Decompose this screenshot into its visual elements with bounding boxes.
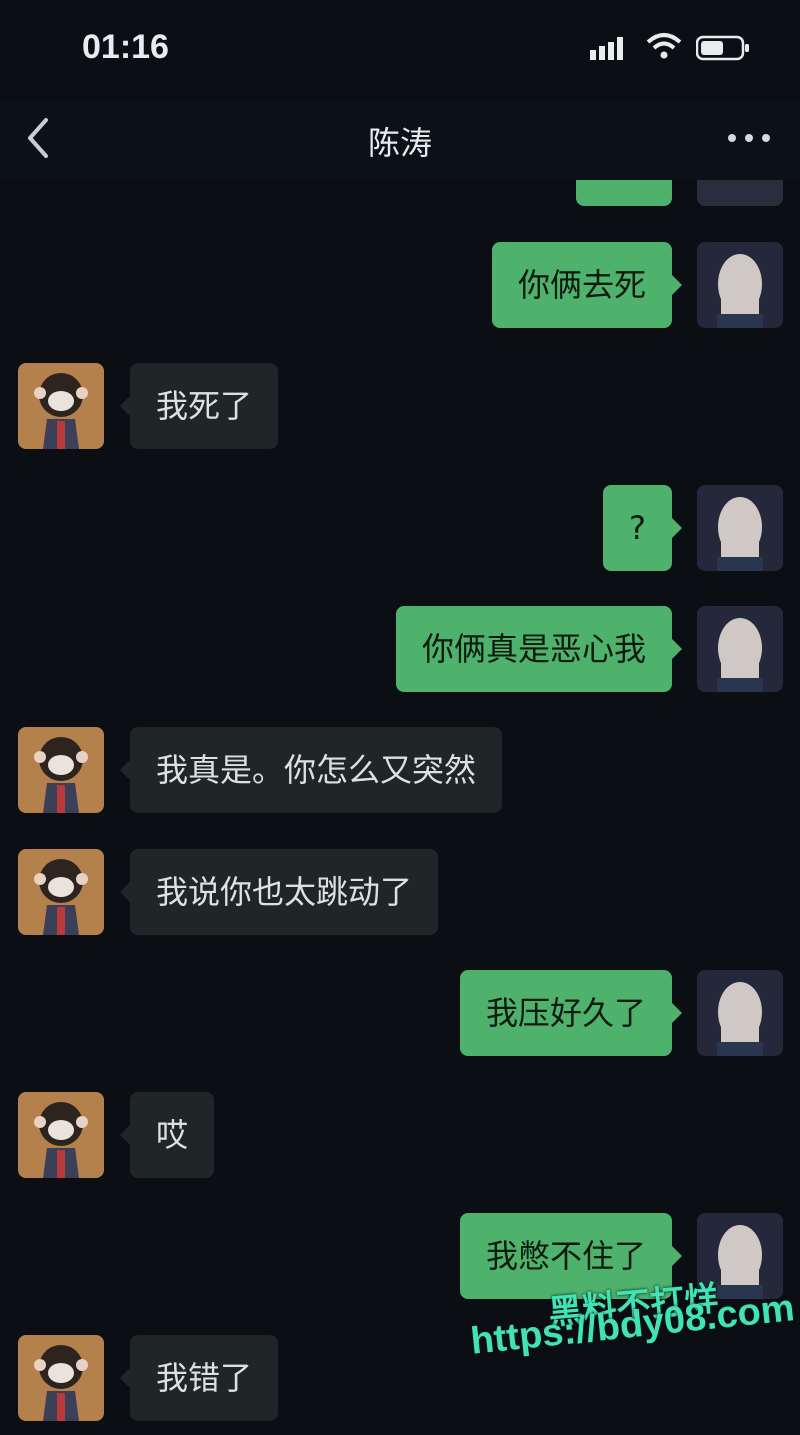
avatar[interactable]: [697, 1213, 783, 1299]
list-item: 我死了: [0, 363, 800, 453]
avatar[interactable]: [697, 970, 783, 1056]
message-bubble-incoming[interactable]: 我死了: [119, 363, 279, 449]
avatar[interactable]: [18, 727, 104, 813]
status-time: 01:16: [82, 28, 169, 66]
message-bubble-outgoing[interactable]: 你俩去死: [491, 242, 683, 328]
message-bubble-outgoing[interactable]: 你俩真是恶心我: [395, 606, 683, 692]
message-bubble-incoming[interactable]: 我真是。你怎么又突然: [119, 727, 503, 813]
message-bubble-incoming[interactable]: 我错了: [119, 1335, 279, 1421]
list-item: 你俩去死: [0, 242, 800, 332]
list-item: 我错了: [0, 1335, 800, 1425]
wifi-icon: [646, 33, 682, 59]
signal-icon: [590, 37, 623, 60]
avatar[interactable]: [18, 849, 104, 935]
message-bubble-outgoing[interactable]: 我憋不住了: [459, 1213, 683, 1299]
message-bubble-incoming[interactable]: 哎: [119, 1092, 215, 1178]
avatar[interactable]: [697, 180, 783, 206]
avatar[interactable]: [18, 1092, 104, 1178]
status-bar: 01:16: [0, 0, 800, 100]
list-item: 你俩真是恶心我: [0, 606, 800, 696]
avatar[interactable]: [18, 1335, 104, 1421]
battery-icon: [696, 35, 749, 61]
avatar[interactable]: [18, 363, 104, 449]
page-title: 陈涛: [367, 124, 432, 162]
message-bubble-outgoing[interactable]: 我压好久了: [459, 970, 683, 1056]
list-item: 哎: [0, 1092, 800, 1182]
list-item: 我压好久了: [0, 970, 800, 1060]
list-item: 我憋不住了: [0, 1213, 800, 1303]
previous-message-bubble[interactable]: [576, 180, 672, 206]
list-item: ?: [0, 485, 800, 575]
list-item: 我真是。你怎么又突然: [0, 727, 800, 817]
more-dots-icon[interactable]: [726, 128, 772, 148]
avatar[interactable]: [697, 606, 783, 692]
list-item: 我说你也太跳动了: [0, 849, 800, 939]
avatar[interactable]: [697, 485, 783, 571]
avatar[interactable]: [697, 242, 783, 328]
message-bubble-incoming[interactable]: 我说你也太跳动了: [119, 849, 439, 935]
message-bubble-outgoing[interactable]: ?: [603, 485, 682, 571]
